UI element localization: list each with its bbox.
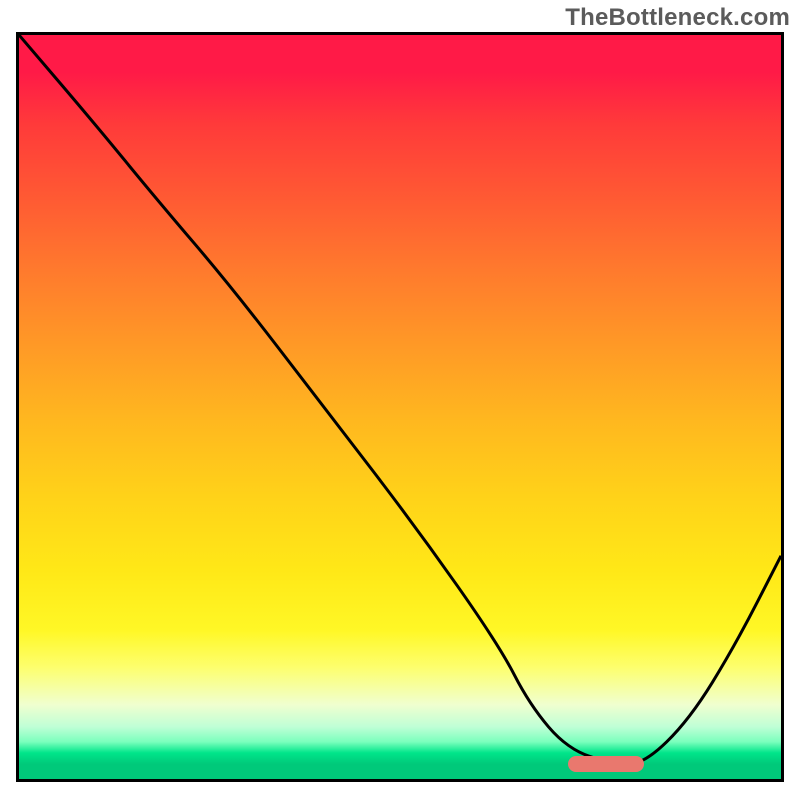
bottleneck-curve <box>19 35 781 764</box>
curve-svg <box>19 35 781 779</box>
bottleneck-chart: TheBottleneck.com <box>0 0 800 800</box>
watermark-text: TheBottleneck.com <box>565 4 790 32</box>
plot-area <box>16 32 784 782</box>
optimal-marker <box>568 756 644 772</box>
